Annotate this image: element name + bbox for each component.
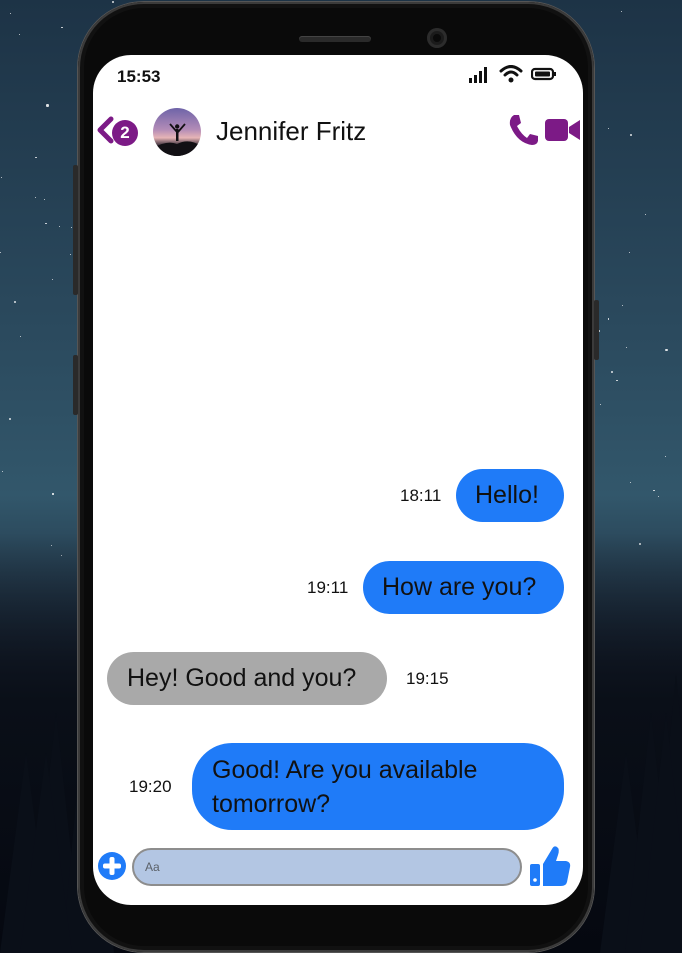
plus-icon <box>103 857 121 875</box>
star <box>35 156 37 158</box>
star <box>46 104 49 107</box>
earpiece-speaker <box>299 36 371 42</box>
message-time: 19:20 <box>129 777 172 796</box>
avatar[interactable] <box>153 108 201 156</box>
message-time: 19:15 <box>406 669 449 688</box>
star <box>52 493 54 495</box>
incoming-message-bubble[interactable]: Hey! Good and you? <box>107 652 387 705</box>
star <box>665 348 668 351</box>
star <box>58 225 60 228</box>
side-button <box>73 355 78 415</box>
star <box>622 305 624 307</box>
thumbs-up-icon <box>530 846 571 886</box>
unread-badge: 2 <box>112 120 138 146</box>
thumbs-up-button[interactable] <box>529 844 571 893</box>
star <box>111 0 115 3</box>
star <box>607 128 609 130</box>
messenger-screen: 15:53 2 Jennifer Fritz 18:11 Hello! 19:1… <box>93 55 583 905</box>
voice-call-button[interactable] <box>507 113 539 152</box>
front-camera <box>427 28 447 48</box>
star <box>657 496 659 498</box>
volume-button <box>73 165 78 295</box>
outgoing-message-bubble[interactable]: Good! Are you available tomorrow? <box>192 743 564 830</box>
star <box>18 33 20 36</box>
signal-icon <box>469 67 487 83</box>
star <box>600 404 602 406</box>
outgoing-message-bubble[interactable]: Hello! <box>456 469 564 522</box>
battery-icon <box>531 67 556 81</box>
star <box>644 214 646 216</box>
star <box>664 456 666 458</box>
star <box>1 176 3 179</box>
avatar-silhouette <box>153 123 201 156</box>
star <box>0 252 2 254</box>
power-button <box>594 300 599 360</box>
wifi-icon <box>499 65 523 83</box>
star <box>34 197 36 199</box>
star <box>611 370 614 373</box>
star <box>45 222 47 224</box>
star <box>608 318 610 320</box>
outgoing-message-bubble[interactable]: How are you? <box>363 561 564 614</box>
message-time: 19:11 <box>307 578 349 597</box>
star <box>629 133 633 136</box>
video-call-button[interactable] <box>545 117 581 148</box>
star <box>70 253 72 256</box>
star <box>616 379 618 381</box>
star <box>625 346 627 348</box>
star <box>14 300 17 303</box>
star <box>628 251 630 254</box>
star <box>621 10 623 12</box>
message-input[interactable] <box>132 848 522 886</box>
video-call-icon <box>545 119 580 141</box>
contact-name[interactable]: Jennifer Fritz <box>216 116 366 147</box>
status-time: 15:53 <box>117 67 161 86</box>
star <box>43 199 45 201</box>
tree-silhouette <box>640 713 682 953</box>
star <box>653 489 655 491</box>
message-time: 18:11 <box>400 486 442 505</box>
star <box>8 418 11 421</box>
star <box>2 471 4 473</box>
status-icons <box>469 65 557 83</box>
star <box>20 336 22 338</box>
add-attachment-button[interactable] <box>98 852 126 880</box>
tree-silhouette <box>20 753 72 953</box>
star <box>61 26 63 28</box>
star <box>52 279 54 281</box>
star <box>630 481 632 483</box>
phone-call-icon <box>509 115 538 145</box>
star <box>9 13 11 15</box>
